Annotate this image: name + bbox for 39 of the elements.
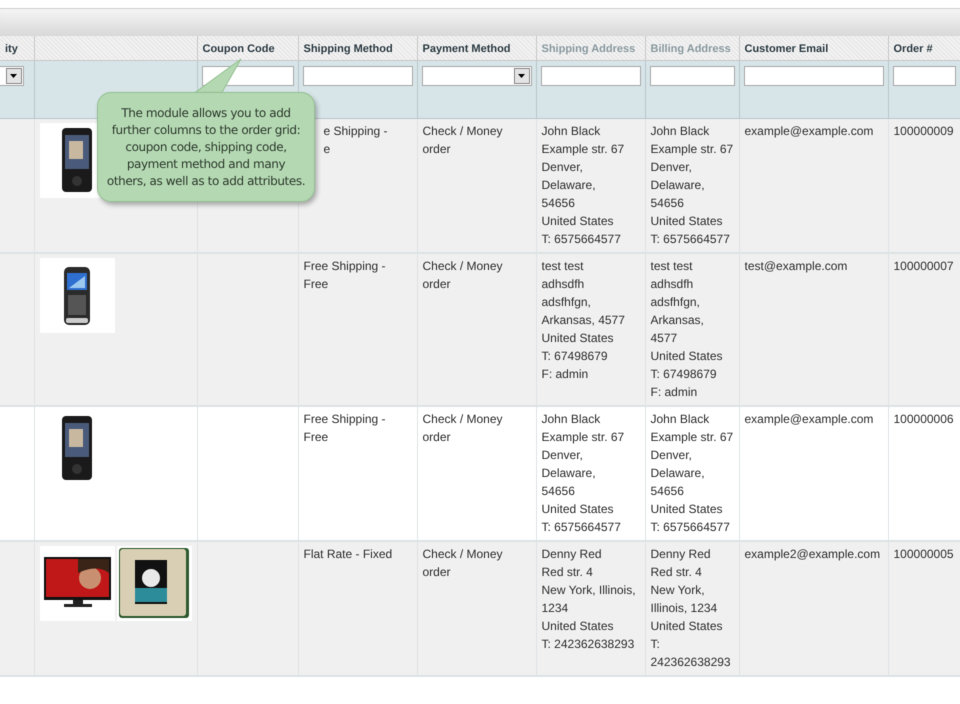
callout-tooltip: The module allows you to add further columns to the order grid: coupon code, shipping code, payment method and many others, as well as to add attributes.: [97, 92, 315, 202]
order-number-text: 100000005: [894, 546, 954, 563]
filter-input[interactable]: [302, 66, 412, 86]
email-text: example@example.com: [744, 123, 874, 140]
billing-address-text: test test adhsdfh adsfhfgn, Arkansas, 4577 United States T: 67498679 F: admin: [650, 258, 724, 401]
email-text: test@example.com: [744, 258, 848, 275]
shipping-address-text: test test adhsdfh adsfhfgn, Arkansas, 4577 United States T: 67498679 F: admin: [542, 258, 626, 383]
shipping-method-text: Free Shipping - Free: [304, 258, 387, 293]
column-header[interactable]: Shipping Method: [304, 43, 393, 55]
column-header[interactable]: ity: [5, 43, 18, 55]
column-header[interactable]: Order #: [894, 43, 933, 55]
billing-address-text: Denny Red Red str. 4 New York, Illinois, 1234 United States T: 242362638293: [650, 546, 732, 671]
billing-address-text: John Black Example str. 67 Denver, Delaware, 54656 United States T: 6575664577: [650, 123, 734, 248]
filter-input[interactable]: [540, 66, 640, 86]
column-header[interactable]: Customer Email: [744, 43, 828, 55]
order-number-text: 100000006: [894, 411, 954, 428]
shipping-address-text: John Black Example str. 67 Denver, Delaware, 54656 United States T: 6575664577: [542, 123, 626, 248]
filter-input[interactable]: [744, 66, 884, 86]
dropdown-arrow-icon: [518, 74, 525, 78]
column-header[interactable]: Coupon Code: [202, 43, 275, 55]
payment-method-text: Check / Money order: [422, 546, 504, 581]
shipping-method-text: Free Shipping - Free: [304, 411, 387, 446]
filter-input[interactable]: [892, 66, 956, 86]
payment-method-text: Check / Money order: [422, 258, 504, 293]
shipping-address-text: Denny Red Red str. 4 New York, Illinois, 1234 United States T: 242362638293: [542, 546, 637, 653]
shipping-method-text: e Shipping - e: [322, 123, 389, 158]
order-number-text: 100000009: [894, 123, 954, 140]
email-text: example2@example.com: [744, 546, 882, 563]
payment-method-text: Check / Money order: [422, 123, 504, 158]
filter-input[interactable]: [650, 66, 734, 86]
dropdown-arrow-icon: [10, 74, 17, 78]
billing-address-text: John Black Example str. 67 Denver, Delaware, 54656 United States T: 6575664577: [650, 411, 734, 536]
payment-method-text: Check / Money order: [422, 411, 504, 446]
filter-select[interactable]: [0, 66, 24, 86]
shipping-method-text: Flat Rate - Fixed: [304, 546, 394, 563]
order-number-text: 100000007: [894, 258, 954, 275]
column-header[interactable]: Payment Method: [422, 43, 511, 55]
email-text: example@example.com: [744, 411, 874, 428]
shipping-address-text: John Black Example str. 67 Denver, Delaware, 54656 United States T: 6575664577: [542, 411, 626, 536]
